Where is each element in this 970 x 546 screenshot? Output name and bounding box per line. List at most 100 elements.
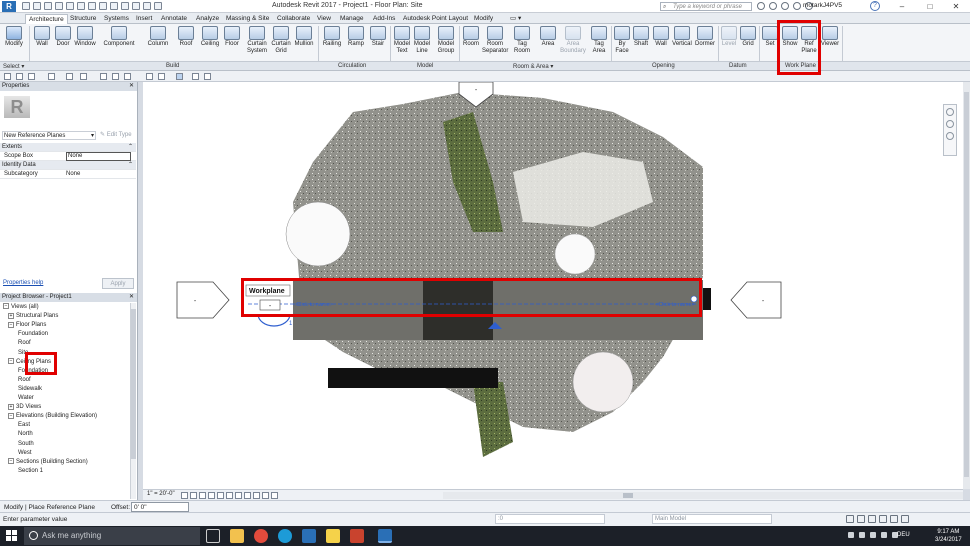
close-icon[interactable]: ✕	[129, 293, 134, 302]
text-icon[interactable]	[100, 73, 107, 80]
browser-item[interactable]: + Structural Plans	[8, 312, 58, 320]
save-icon[interactable]	[33, 2, 41, 10]
tab-structure[interactable]: Structure	[70, 14, 96, 24]
scrollbar-thumb[interactable]	[623, 493, 633, 498]
type-selector[interactable]: New Reference Planes ▾	[2, 131, 96, 140]
tree-toggle-icon[interactable]: −	[8, 412, 14, 419]
tag-room-button[interactable]: Tag Room	[513, 26, 531, 55]
drag-elements-icon[interactable]	[890, 515, 898, 523]
scrollbar-thumb[interactable]	[131, 309, 136, 459]
browser-item[interactable]: − Elevations (Building Elevation)	[8, 412, 97, 420]
visual-style-icon[interactable]	[190, 492, 197, 499]
outlook-icon[interactable]	[302, 529, 316, 543]
modify-button[interactable]: Modify	[3, 26, 25, 48]
browser-item[interactable]: Roof	[18, 339, 31, 347]
component-button[interactable]: Component	[102, 26, 136, 48]
close-icon[interactable]: ✕	[129, 82, 134, 91]
select-links-icon[interactable]	[846, 515, 854, 523]
save-icon[interactable]	[16, 73, 23, 80]
mullion-button[interactable]: Mullion	[292, 26, 316, 48]
room-area-panel-label[interactable]: Room & Area ▾	[513, 63, 553, 70]
stair-button[interactable]: Stair	[369, 26, 387, 48]
switch-windows-icon[interactable]	[176, 73, 183, 80]
favorites-icon[interactable]	[793, 2, 801, 10]
browser-item[interactable]: − Ceiling Plans	[8, 358, 51, 366]
sticky-notes-icon[interactable]	[326, 529, 340, 543]
workset-field[interactable]: :0	[495, 514, 605, 524]
analytical-model-icon[interactable]	[262, 492, 269, 499]
thin-lines-icon[interactable]	[146, 73, 153, 80]
edit-type-button[interactable]: ✎ Edit Type	[100, 131, 132, 138]
zoom-icon[interactable]	[946, 120, 954, 128]
browser-item[interactable]: East	[18, 421, 30, 429]
browser-item[interactable]: Roof	[18, 376, 31, 384]
taskbar-search[interactable]: Ask me anything	[24, 527, 200, 545]
area-button[interactable]: Area	[539, 26, 557, 48]
tab-annotate[interactable]: Annotate	[161, 14, 187, 24]
redo-icon[interactable]	[66, 2, 74, 10]
close-hidden-icon[interactable]	[143, 2, 151, 10]
ceiling-button[interactable]: Ceiling	[199, 26, 221, 48]
shaft-button[interactable]: Shaft	[632, 26, 650, 48]
tab-systems[interactable]: Systems	[104, 14, 129, 24]
task-view-icon[interactable]	[206, 529, 220, 543]
floor-button[interactable]: Floor	[223, 26, 241, 48]
model-line-button[interactable]: Model Line	[413, 26, 431, 55]
ref-plane-button[interactable]: Ref Plane	[800, 26, 818, 55]
door-button[interactable]: Door	[54, 26, 72, 48]
plane-end-grip[interactable]	[690, 295, 698, 303]
revit-app-icon[interactable]: R	[2, 1, 16, 12]
tab-analyze[interactable]: Analyze	[196, 14, 219, 24]
tab-add-ins[interactable]: Add-Ins	[373, 14, 395, 24]
close-hidden-icon[interactable]	[158, 73, 165, 80]
customize-icon[interactable]	[204, 73, 211, 80]
powerpoint-icon[interactable]	[350, 529, 364, 543]
skype-icon[interactable]	[278, 529, 292, 543]
click-to-name-left[interactable]: <Click to name>	[293, 302, 333, 308]
tab-insert[interactable]: Insert	[136, 14, 152, 24]
binoculars-icon[interactable]	[757, 2, 765, 10]
print-icon[interactable]	[66, 73, 73, 80]
tab-view[interactable]: View	[317, 14, 331, 24]
canvas-horizontal-scrollbar[interactable]	[443, 492, 963, 499]
help-icon[interactable]: ?	[870, 1, 880, 11]
steering-wheel-icon[interactable]	[946, 108, 954, 116]
dormer-button[interactable]: Dormer	[694, 26, 716, 48]
open-icon[interactable]	[22, 2, 30, 10]
browser-item[interactable]: South	[18, 440, 34, 448]
drawing-canvas[interactable]: - - - Workplane - 1 <Click to name> <Cli…	[143, 82, 963, 489]
browser-item[interactable]: Foundation	[18, 367, 48, 375]
end-handle[interactable]	[703, 288, 711, 310]
windows-start-icon[interactable]	[6, 530, 18, 542]
chrome-icon[interactable]	[254, 529, 268, 543]
crop-view-icon[interactable]	[217, 492, 224, 499]
canvas-vertical-scrollbar[interactable]	[963, 82, 970, 489]
communication-icon[interactable]	[781, 2, 789, 10]
prop-group-extents[interactable]: Extents ⌃	[0, 143, 136, 152]
signed-in-user[interactable]: motarkJ4PV5	[803, 2, 842, 9]
sun-path-icon[interactable]	[199, 492, 206, 499]
curtain-system-button[interactable]: Curtain System	[245, 26, 269, 55]
text-icon[interactable]	[99, 2, 107, 10]
measure-icon[interactable]	[80, 73, 87, 80]
room-button[interactable]: Room	[462, 26, 480, 48]
switch-windows-icon[interactable]	[154, 2, 162, 10]
reveal-hidden-icon[interactable]	[244, 492, 251, 499]
ribbon-minimize-icon[interactable]: ▭ ▾	[510, 14, 521, 24]
railing-button[interactable]: Railing	[322, 26, 342, 48]
room-separator-button[interactable]: Room Separator	[482, 26, 508, 55]
vertical-opening-button[interactable]: Vertical	[671, 26, 693, 48]
browser-item[interactable]: +3D Views	[8, 403, 41, 411]
browser-item[interactable]: Foundation	[18, 330, 48, 338]
tree-toggle-icon[interactable]: −	[3, 303, 9, 310]
area-boundary-button[interactable]: Area Boundary	[560, 26, 586, 55]
wall-button[interactable]: Wall	[33, 26, 51, 48]
browser-item[interactable]: − Floor Plans	[8, 321, 46, 329]
shadows-icon[interactable]	[208, 492, 215, 499]
tree-toggle-icon[interactable]: +	[8, 403, 14, 410]
tree-toggle-icon[interactable]: −	[8, 458, 14, 465]
highlight-displacement-icon[interactable]	[271, 492, 278, 499]
point-cloud-view[interactable]: - - - Workplane - 1 <Click to name> <Cli…	[143, 82, 963, 489]
show-crop-icon[interactable]	[226, 492, 233, 499]
browser-item[interactable]: Site	[18, 349, 28, 357]
